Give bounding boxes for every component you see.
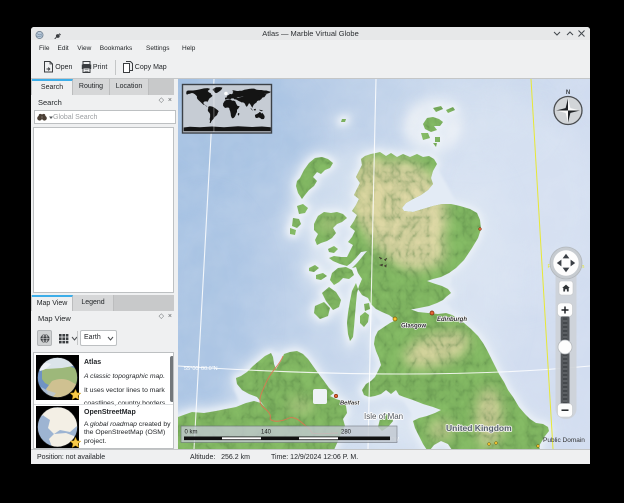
svg-text:Edinburgh: Edinburgh xyxy=(437,317,467,323)
svg-text:0 km: 0 km xyxy=(185,430,198,436)
svg-text:Belfast: Belfast xyxy=(340,401,360,407)
svg-text:280: 280 xyxy=(341,430,352,436)
svg-text:55°00' 00.0"N: 55°00' 00.0"N xyxy=(184,366,218,372)
svg-text:Glasgow: Glasgow xyxy=(401,324,426,330)
svg-text:Isle of Man: Isle of Man xyxy=(364,412,403,421)
svg-text:140: 140 xyxy=(261,430,272,436)
svg-text:N: N xyxy=(566,90,570,96)
svg-text:Public Domain: Public Domain xyxy=(543,437,585,444)
svg-text:United Kingdom: United Kingdom xyxy=(446,423,512,433)
